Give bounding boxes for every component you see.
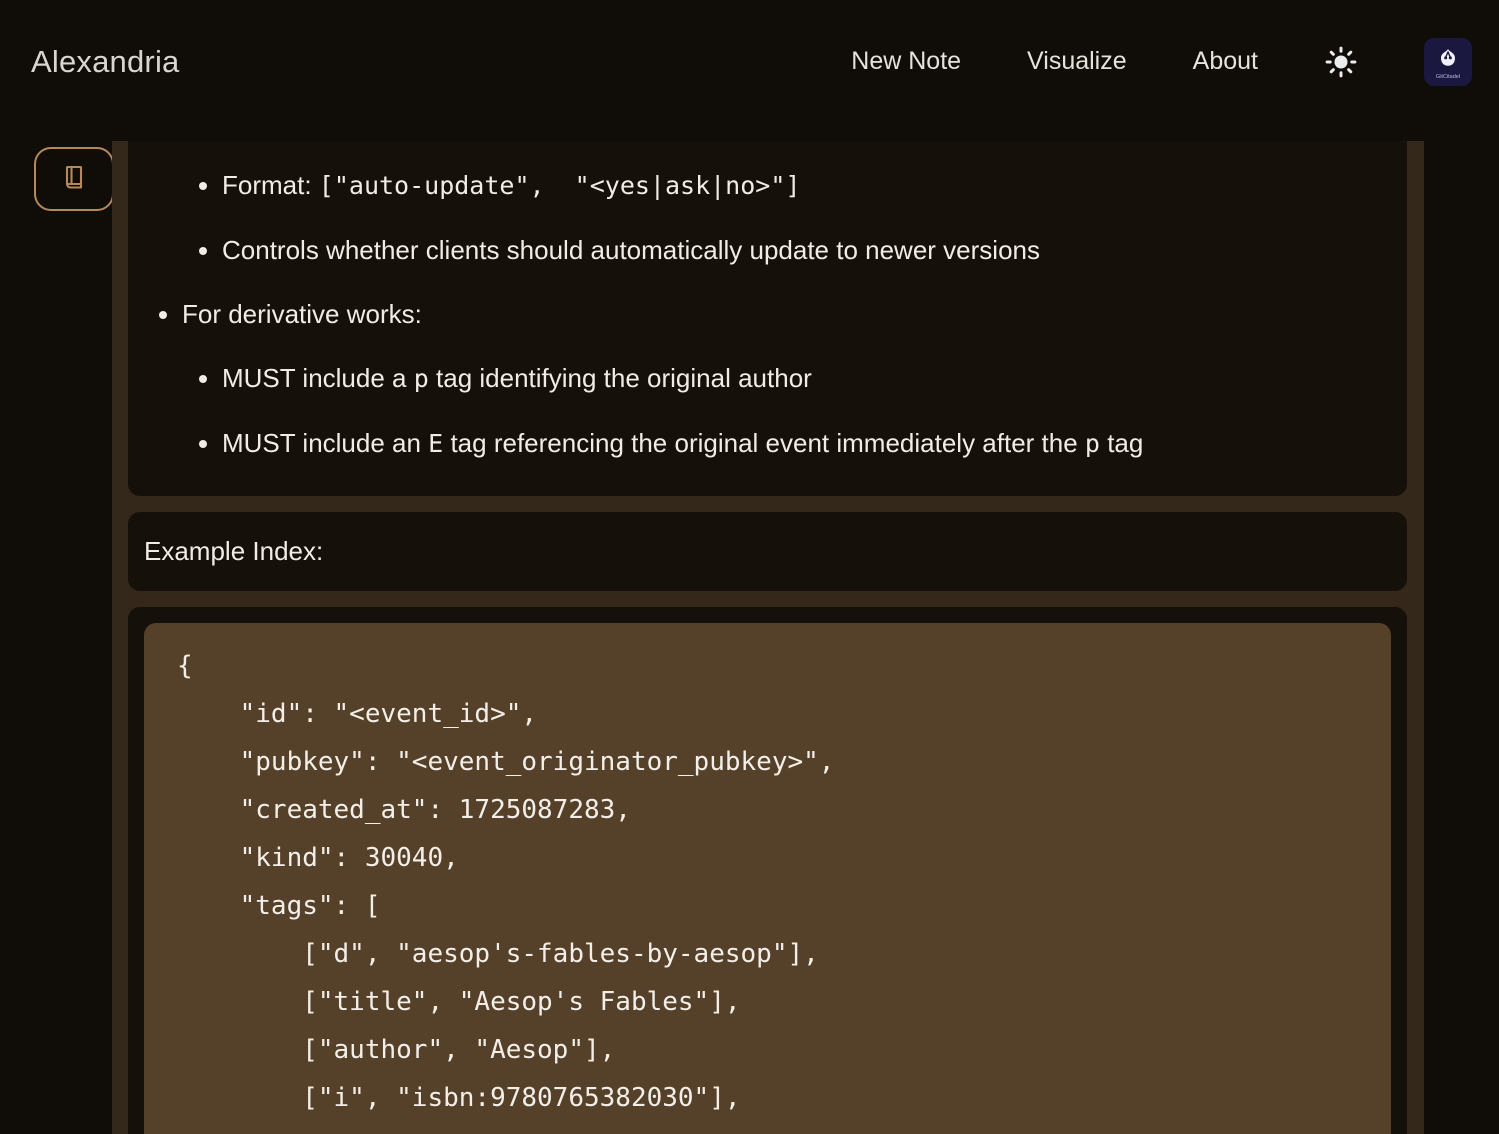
nav-visualize[interactable]: Visualize xyxy=(1027,47,1127,76)
gitcitadel-shield-icon xyxy=(1434,45,1462,73)
list-item-format: Format: ["auto-update", "<yes|ask|no>"] xyxy=(222,170,1367,201)
nav-about[interactable]: About xyxy=(1193,47,1258,76)
sidebar-toggle-button[interactable] xyxy=(34,147,114,211)
format-code: ["auto-update", "<yes|ask|no>"] xyxy=(319,171,801,200)
app-header: Alexandria New Note Visualize About xyxy=(0,0,1499,141)
document-scroll-area[interactable]: Format: ["auto-update", "<yes|ask|no>"] … xyxy=(112,141,1424,1134)
sun-icon xyxy=(1324,45,1358,79)
p-tag-code-2: p xyxy=(1085,429,1100,458)
e-tag-code: E xyxy=(428,429,443,458)
main-nav: New Note Visualize About xyxy=(851,38,1472,86)
list-item-must-e-tag: MUST include an E tag referencing the or… xyxy=(222,428,1367,459)
spec-rules-list: Format: ["auto-update", "<yes|ask|no>"] … xyxy=(144,170,1367,459)
book-icon xyxy=(58,163,90,195)
code-block-text: { "id": "<event_id>", "pubkey": "<event_… xyxy=(177,642,1358,1122)
gitcitadel-logo-button[interactable]: GitCitadel xyxy=(1424,38,1472,86)
p-tag-code: p xyxy=(414,364,429,393)
spec-rules-card: Format: ["auto-update", "<yes|ask|no>"] … xyxy=(128,141,1407,496)
example-heading-card: Example Index: xyxy=(128,512,1407,591)
list-item-derivative-works: For derivative works: MUST include a p t… xyxy=(182,299,1367,459)
list-item-controls: Controls whether clients should automati… xyxy=(222,235,1367,265)
example-code-card: { "id": "<event_id>", "pubkey": "<event_… xyxy=(128,607,1407,1134)
gitcitadel-logo-caption: GitCitadel xyxy=(1436,74,1460,80)
list-item-must-p-tag: MUST include a p tag identifying the ori… xyxy=(222,363,1367,394)
theme-toggle-button[interactable] xyxy=(1324,45,1358,79)
code-block[interactable]: { "id": "<event_id>", "pubkey": "<event_… xyxy=(144,623,1391,1134)
list-item-continuation: Format: ["auto-update", "<yes|ask|no>"] … xyxy=(182,170,1367,265)
nav-new-note[interactable]: New Note xyxy=(851,47,961,76)
example-heading: Example Index: xyxy=(144,537,1391,566)
app-brand[interactable]: Alexandria xyxy=(31,44,179,80)
